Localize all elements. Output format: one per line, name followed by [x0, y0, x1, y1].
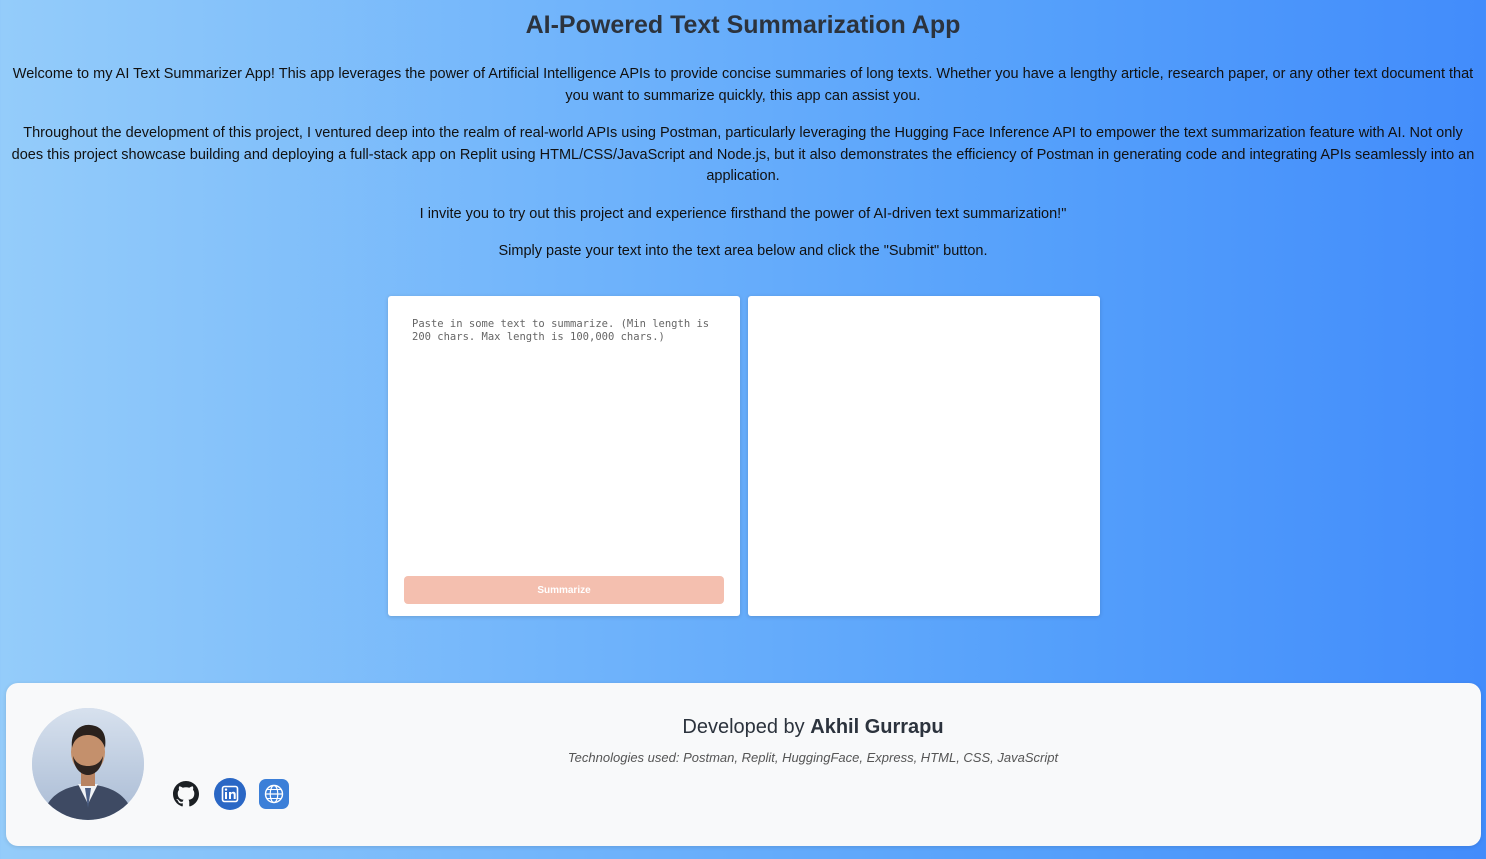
globe-icon	[259, 778, 289, 814]
footer: Developed by Akhil Gurrapu Technologies …	[6, 683, 1481, 846]
website-link[interactable]	[258, 778, 290, 814]
summarize-button[interactable]: Summarize	[404, 576, 724, 604]
developer-name: Akhil Gurrapu	[810, 716, 944, 738]
technologies-used: Technologies used: Postman, Replit, Hugg…	[567, 750, 1059, 765]
github-icon	[173, 780, 199, 812]
github-link[interactable]	[170, 780, 202, 812]
developed-by-prefix: Developed by	[682, 716, 805, 738]
intro-paragraph-development: Throughout the development of this proje…	[11, 125, 1475, 184]
summary-output-panel	[748, 296, 1100, 616]
page-title: AI-Powered Text Summarization App	[525, 11, 961, 39]
intro-paragraph-welcome: Welcome to my AI Text Summarizer App! Th…	[12, 66, 1474, 104]
linkedin-link[interactable]	[214, 777, 246, 815]
intro-paragraph-invite: I invite you to try out this project and…	[419, 206, 1067, 222]
linkedin-icon	[214, 777, 246, 815]
intro-paragraph-instructions: Simply paste your text into the text are…	[498, 243, 988, 259]
input-panel: Summarize	[388, 296, 740, 616]
text-to-summarize-input[interactable]	[404, 318, 724, 568]
developed-by-line: Developed by Akhil Gurrapu	[6, 716, 1486, 739]
